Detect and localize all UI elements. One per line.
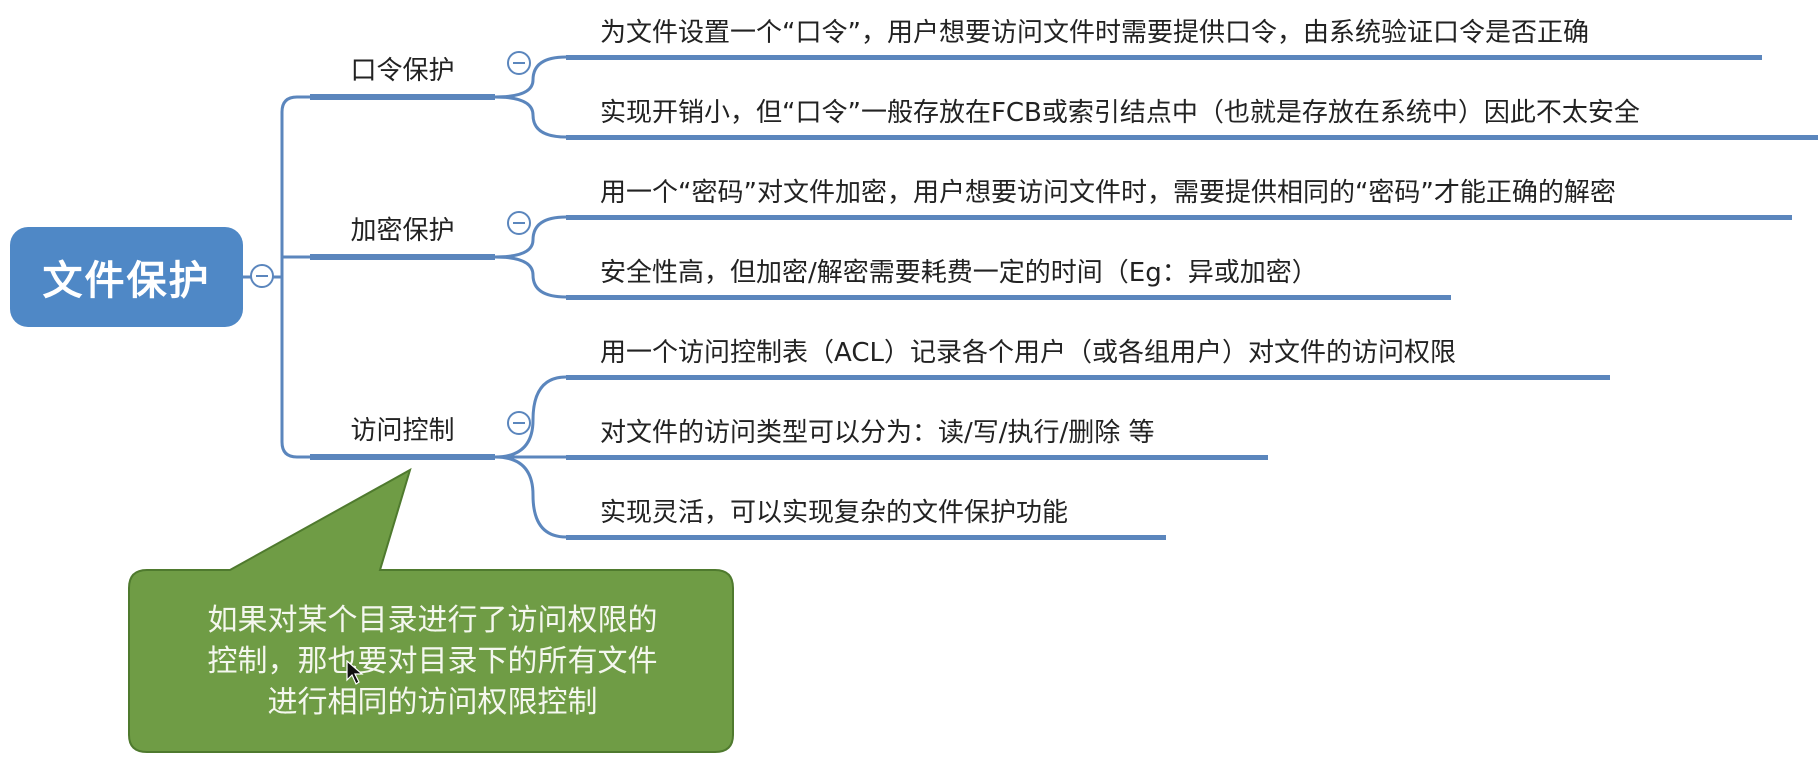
leaf-1-2[interactable]: 实现开销小，但“口令”一般存放在FCB或索引结点中（也就是存放在系统中）因此不太… [600, 92, 1640, 129]
trunk-vertical [280, 112, 310, 459]
branch-2-label[interactable]: 加密保护 [310, 210, 495, 247]
branch-1-underline [310, 94, 495, 100]
branch-3-underline [310, 454, 495, 460]
mouse-cursor-icon [346, 660, 364, 685]
trunk-to-branch-1 [280, 95, 310, 113]
branch-3-link-c [494, 455, 567, 539]
branch-1-link-b [494, 95, 567, 139]
branch-3-link-a [494, 375, 567, 459]
leaf-2-1-underline [566, 215, 1792, 220]
branch-1-collapse-icon[interactable] [507, 51, 531, 75]
leaf-2-2-underline [566, 295, 1451, 300]
leaf-3-2[interactable]: 对文件的访问类型可以分为：读/写/执行/删除 等 [600, 412, 1155, 449]
branch-2-collapse-icon[interactable] [507, 211, 531, 235]
callout-line-1: 如果对某个目录进行了访问权限的 [207, 603, 658, 638]
leaf-3-1[interactable]: 用一个访问控制表（ACL）记录各个用户（或各组用户）对文件的访问权限 [600, 332, 1456, 369]
root-node[interactable]: 文件保护 [10, 227, 243, 327]
leaf-1-1[interactable]: 为文件设置一个“口令”，用户想要访问文件时需要提供口令，由系统验证口令是否正确 [600, 12, 1589, 49]
root-collapse-icon[interactable] [250, 264, 274, 288]
leaf-3-3-underline [566, 535, 1166, 540]
leaf-3-2-underline [566, 455, 1268, 460]
leaf-1-1-underline [566, 55, 1762, 60]
branch-2-link-b [494, 255, 567, 299]
callout-text: 如果对某个目录进行了访问权限的 控制，那也要对目录下的所有文件 进行相同的访问权… [130, 600, 735, 723]
branch-1-label[interactable]: 口令保护 [310, 50, 495, 87]
callout-line-2: 控制，那也要对目录下的所有文件 [207, 644, 658, 679]
branch-2-underline [310, 254, 495, 260]
branch-3-collapse-icon[interactable] [507, 411, 531, 435]
root-label: 文件保护 [42, 258, 211, 304]
leaf-1-2-underline [566, 135, 1818, 140]
leaf-3-3[interactable]: 实现灵活，可以实现复杂的文件保护功能 [600, 492, 1068, 529]
callout-line-3: 进行相同的访问权限控制 [267, 685, 598, 720]
leaf-3-1-underline [566, 375, 1610, 380]
leaf-2-2[interactable]: 安全性高，但加密/解密需要耗费一定的时间（Eg：异或加密） [600, 252, 1318, 289]
leaf-2-1[interactable]: 用一个“密码”对文件加密，用户想要访问文件时，需要提供相同的“密码”才能正确的解… [600, 172, 1616, 209]
branch-3-label[interactable]: 访问控制 [310, 410, 495, 447]
